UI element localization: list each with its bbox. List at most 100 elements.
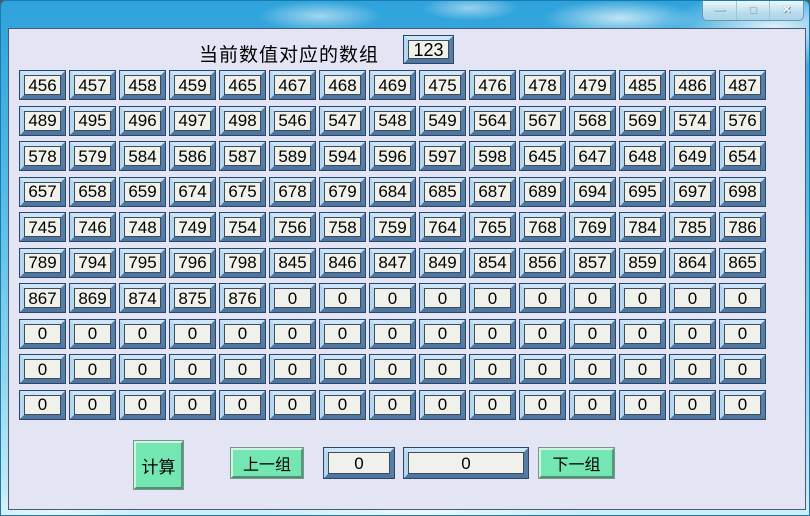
grid-cell[interactable]: 457 bbox=[70, 71, 115, 99]
grid-cell[interactable]: 0 bbox=[570, 320, 615, 348]
grid-cell[interactable]: 548 bbox=[370, 107, 415, 135]
grid-cell[interactable]: 498 bbox=[220, 107, 265, 135]
grid-cell[interactable]: 586 bbox=[170, 142, 215, 170]
grid-cell[interactable]: 0 bbox=[520, 320, 565, 348]
prev-group-button[interactable]: 上一组 bbox=[231, 448, 303, 478]
grid-cell[interactable]: 0 bbox=[320, 391, 365, 419]
grid-cell[interactable]: 648 bbox=[620, 142, 665, 170]
grid-cell[interactable]: 495 bbox=[70, 107, 115, 135]
grid-cell[interactable]: 0 bbox=[370, 320, 415, 348]
grid-cell[interactable]: 0 bbox=[170, 320, 215, 348]
grid-cell[interactable]: 0 bbox=[370, 355, 415, 383]
grid-cell[interactable]: 0 bbox=[170, 391, 215, 419]
grid-cell[interactable]: 849 bbox=[420, 249, 465, 277]
grid-cell[interactable]: 0 bbox=[70, 391, 115, 419]
grid-cell[interactable]: 798 bbox=[220, 249, 265, 277]
grid-cell[interactable]: 674 bbox=[170, 178, 215, 206]
grid-cell[interactable]: 0 bbox=[420, 355, 465, 383]
grid-cell[interactable]: 549 bbox=[420, 107, 465, 135]
grid-cell[interactable]: 587 bbox=[220, 142, 265, 170]
grid-cell[interactable]: 749 bbox=[170, 213, 215, 241]
grid-cell[interactable]: 678 bbox=[270, 178, 315, 206]
grid-cell[interactable]: 469 bbox=[370, 71, 415, 99]
grid-cell[interactable]: 759 bbox=[370, 213, 415, 241]
grid-cell[interactable]: 0 bbox=[420, 320, 465, 348]
grid-cell[interactable]: 0 bbox=[20, 355, 65, 383]
grid-cell[interactable]: 574 bbox=[670, 107, 715, 135]
grid-cell[interactable]: 568 bbox=[570, 107, 615, 135]
grid-cell[interactable]: 0 bbox=[470, 320, 515, 348]
grid-cell[interactable]: 0 bbox=[570, 284, 615, 312]
grid-cell[interactable]: 746 bbox=[70, 213, 115, 241]
grid-cell[interactable]: 0 bbox=[470, 284, 515, 312]
grid-cell[interactable]: 679 bbox=[320, 178, 365, 206]
grid-cell[interactable]: 846 bbox=[320, 249, 365, 277]
grid-cell[interactable]: 0 bbox=[620, 391, 665, 419]
grid-cell[interactable]: 796 bbox=[170, 249, 215, 277]
grid-cell[interactable]: 465 bbox=[220, 71, 265, 99]
grid-cell[interactable]: 456 bbox=[20, 71, 65, 99]
grid-cell[interactable]: 647 bbox=[570, 142, 615, 170]
grid-cell[interactable]: 0 bbox=[520, 284, 565, 312]
grid-cell[interactable]: 657 bbox=[20, 178, 65, 206]
grid-cell[interactable]: 594 bbox=[320, 142, 365, 170]
grid-cell[interactable]: 0 bbox=[270, 391, 315, 419]
grid-cell[interactable]: 0 bbox=[570, 391, 615, 419]
grid-cell[interactable]: 478 bbox=[520, 71, 565, 99]
grid-cell[interactable]: 854 bbox=[470, 249, 515, 277]
grid-cell[interactable]: 0 bbox=[170, 355, 215, 383]
grid-cell[interactable]: 475 bbox=[420, 71, 465, 99]
close-button[interactable]: ✕ bbox=[770, 1, 803, 20]
grid-cell[interactable]: 745 bbox=[20, 213, 65, 241]
grid-cell[interactable]: 694 bbox=[570, 178, 615, 206]
grid-cell[interactable]: 867 bbox=[20, 284, 65, 312]
grid-cell[interactable]: 546 bbox=[270, 107, 315, 135]
grid-cell[interactable]: 754 bbox=[220, 213, 265, 241]
grid-cell[interactable]: 764 bbox=[420, 213, 465, 241]
calculate-button[interactable]: 计算 bbox=[134, 441, 183, 489]
grid-cell[interactable]: 0 bbox=[720, 355, 765, 383]
grid-cell[interactable]: 0 bbox=[70, 355, 115, 383]
grid-cell[interactable]: 789 bbox=[20, 249, 65, 277]
grid-cell[interactable]: 0 bbox=[120, 320, 165, 348]
grid-cell[interactable]: 0 bbox=[370, 284, 415, 312]
grid-cell[interactable]: 567 bbox=[520, 107, 565, 135]
grid-cell[interactable]: 874 bbox=[120, 284, 165, 312]
grid-cell[interactable]: 658 bbox=[70, 178, 115, 206]
grid-cell[interactable]: 0 bbox=[670, 320, 715, 348]
grid-cell[interactable]: 856 bbox=[520, 249, 565, 277]
grid-cell[interactable]: 0 bbox=[620, 355, 665, 383]
grid-cell[interactable]: 467 bbox=[270, 71, 315, 99]
grid-cell[interactable]: 784 bbox=[620, 213, 665, 241]
grid-cell[interactable]: 0 bbox=[420, 284, 465, 312]
grid-cell[interactable]: 597 bbox=[420, 142, 465, 170]
grid-cell[interactable]: 0 bbox=[120, 391, 165, 419]
grid-cell[interactable]: 845 bbox=[270, 249, 315, 277]
grid-cell[interactable]: 794 bbox=[70, 249, 115, 277]
grid-cell[interactable]: 497 bbox=[170, 107, 215, 135]
grid-cell[interactable]: 0 bbox=[670, 391, 715, 419]
grid-cell[interactable]: 758 bbox=[320, 213, 365, 241]
grid-cell[interactable]: 684 bbox=[370, 178, 415, 206]
grid-cell[interactable]: 0 bbox=[570, 355, 615, 383]
grid-cell[interactable]: 0 bbox=[620, 284, 665, 312]
grid-cell[interactable]: 487 bbox=[720, 71, 765, 99]
grid-cell[interactable]: 748 bbox=[120, 213, 165, 241]
grid-cell[interactable]: 476 bbox=[470, 71, 515, 99]
grid-cell[interactable]: 0 bbox=[520, 391, 565, 419]
grid-cell[interactable]: 876 bbox=[220, 284, 265, 312]
grid-cell[interactable]: 596 bbox=[370, 142, 415, 170]
grid-cell[interactable]: 0 bbox=[420, 391, 465, 419]
group-value-field-2[interactable]: 0 bbox=[404, 448, 528, 478]
grid-cell[interactable]: 0 bbox=[70, 320, 115, 348]
grid-cell[interactable]: 0 bbox=[270, 284, 315, 312]
grid-cell[interactable]: 0 bbox=[470, 391, 515, 419]
minimize-button[interactable]: — bbox=[703, 1, 737, 20]
grid-cell[interactable]: 459 bbox=[170, 71, 215, 99]
grid-cell[interactable]: 0 bbox=[220, 355, 265, 383]
grid-cell[interactable]: 869 bbox=[70, 284, 115, 312]
grid-cell[interactable]: 698 bbox=[720, 178, 765, 206]
grid-cell[interactable]: 0 bbox=[220, 320, 265, 348]
grid-cell[interactable]: 0 bbox=[120, 355, 165, 383]
group-value-field-1[interactable]: 0 bbox=[324, 448, 394, 478]
